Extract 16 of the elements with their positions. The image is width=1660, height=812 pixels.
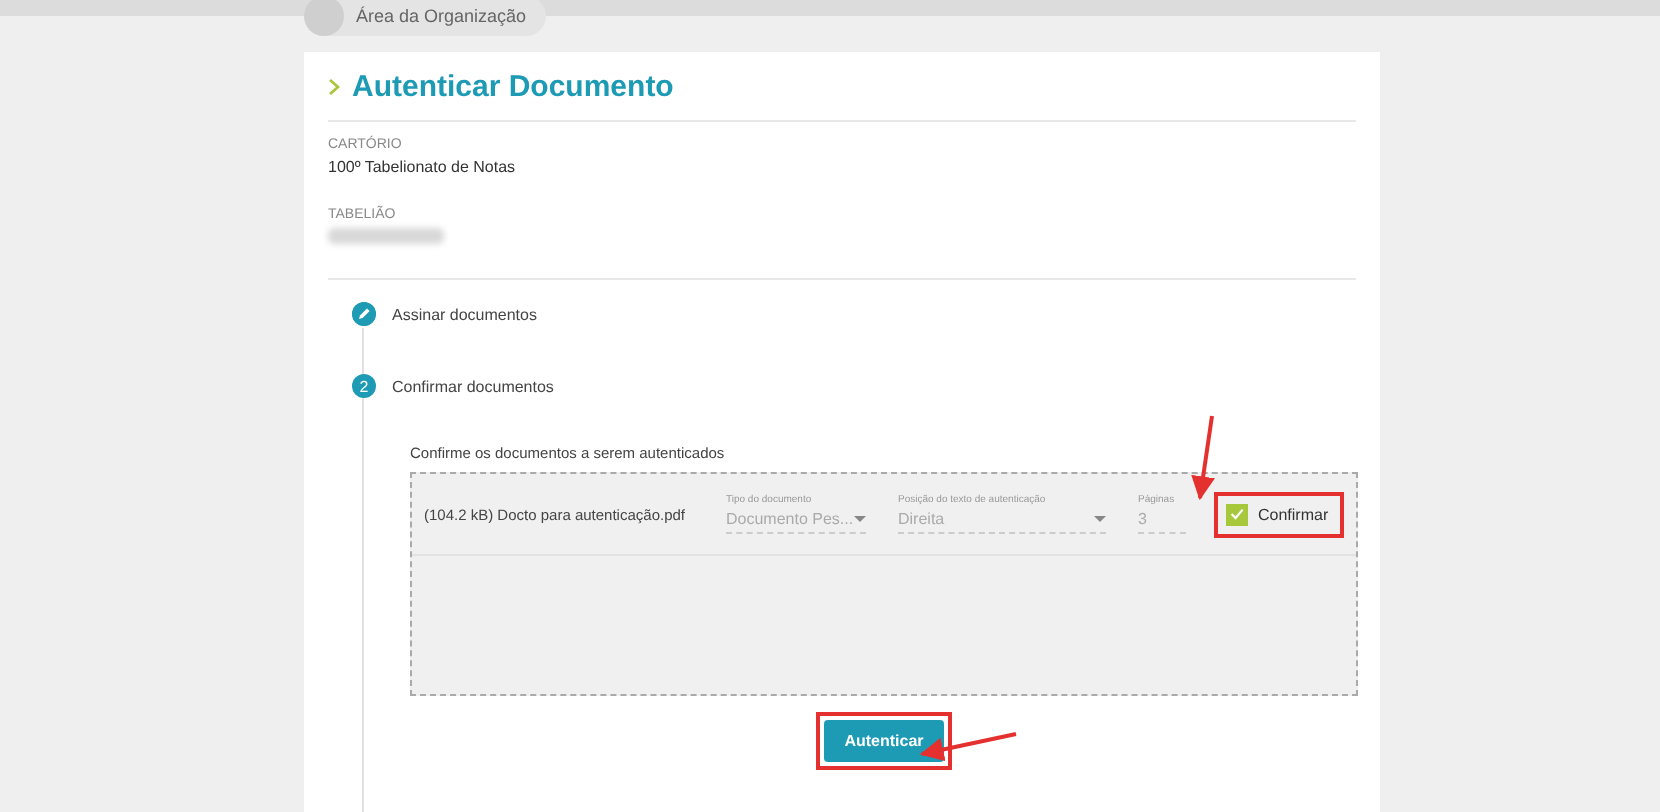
chevron-icon [328, 77, 340, 95]
step-label[interactable]: Assinar documentos [392, 305, 537, 323]
caret-icon [1094, 516, 1106, 522]
step-number: 2 [352, 374, 376, 398]
step-label[interactable]: Confirmar documentos [392, 377, 554, 395]
field-value: 100º Tabelionato de Notas [328, 158, 518, 176]
authenticate-button[interactable]: Autenticar [824, 720, 944, 762]
breadcrumb-chip[interactable]: Área da Organização [304, 0, 547, 36]
checkbox[interactable] [1226, 503, 1248, 525]
breadcrumb-label: Área da Organização [356, 4, 527, 30]
pencil-icon [352, 302, 376, 326]
caret-icon [854, 516, 866, 522]
annotation-arrow [1191, 415, 1215, 501]
checkbox-label[interactable]: Confirmar [1258, 505, 1329, 523]
page-title: Autenticar Documento [352, 69, 674, 103]
avatar-icon [304, 0, 344, 36]
